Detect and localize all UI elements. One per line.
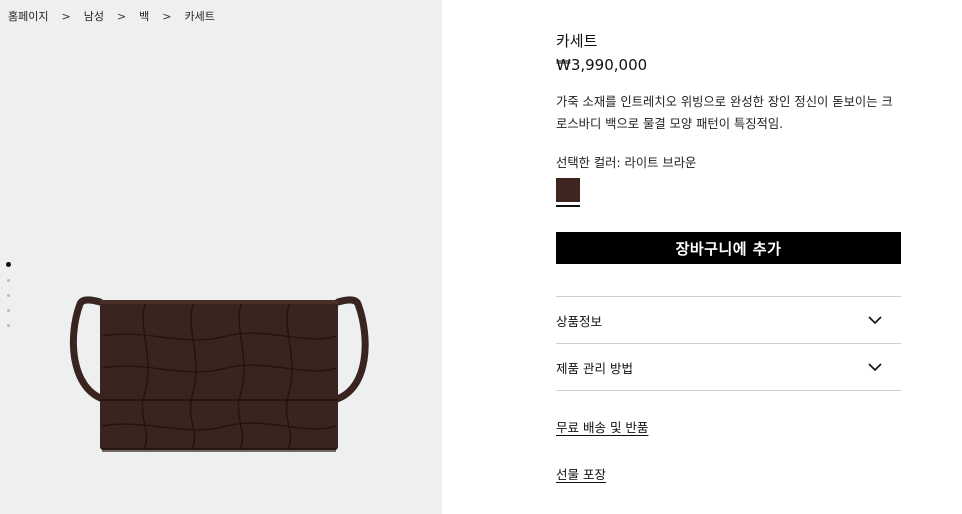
- chevron-down-icon: [868, 363, 882, 372]
- breadcrumb: 홈페이지 > 남성 > 백 > 카세트: [8, 8, 215, 24]
- breadcrumb-separator: >: [162, 9, 172, 23]
- breadcrumb-current: 카세트: [184, 10, 215, 23]
- color-swatch[interactable]: [556, 178, 580, 202]
- gallery-dot-1[interactable]: [6, 262, 11, 267]
- product-image: [66, 296, 372, 454]
- swatch-selected-indicator: [556, 205, 580, 207]
- product-price: ₩3,990,000: [556, 56, 648, 74]
- selected-color-label: 선택한 컬러: 라이트 브라운: [556, 156, 697, 170]
- gallery-pagination: [6, 262, 11, 339]
- gallery-dot-3[interactable]: [7, 294, 10, 297]
- free-shipping-returns-link[interactable]: 무료 배송 및 반품: [556, 417, 648, 436]
- chevron-down-icon: [868, 316, 882, 325]
- bag-illustration: [69, 296, 369, 452]
- gallery-dot-2[interactable]: [7, 279, 10, 282]
- product-image-panel: 홈페이지 > 남성 > 백 > 카세트: [0, 0, 442, 514]
- product-description: 가죽 소재를 인트레치오 위빙으로 완성한 장인 정신이 돋보이는 크로스바디 …: [556, 95, 893, 131]
- product-accordion: 상품정보 제품 관리 방법: [556, 296, 901, 391]
- gallery-dot-5[interactable]: [7, 324, 10, 327]
- add-to-cart-button[interactable]: 장바구니에 추가: [556, 232, 901, 264]
- breadcrumb-separator: >: [116, 9, 127, 23]
- breadcrumb-men[interactable]: 남성: [84, 8, 104, 24]
- accordion-care-instructions[interactable]: 제품 관리 방법: [556, 344, 901, 391]
- breadcrumb-bags[interactable]: 백: [139, 8, 149, 24]
- breadcrumb-separator: >: [61, 9, 71, 23]
- gift-wrap-link[interactable]: 선물 포장: [556, 464, 606, 483]
- gallery-dot-4[interactable]: [7, 309, 10, 312]
- accordion-product-info[interactable]: 상품정보: [556, 297, 901, 344]
- breadcrumb-home[interactable]: 홈페이지: [8, 8, 48, 24]
- accordion-label: 제품 관리 방법: [556, 360, 633, 376]
- product-title: 카세트: [556, 32, 598, 50]
- accordion-label: 상품정보: [556, 313, 603, 329]
